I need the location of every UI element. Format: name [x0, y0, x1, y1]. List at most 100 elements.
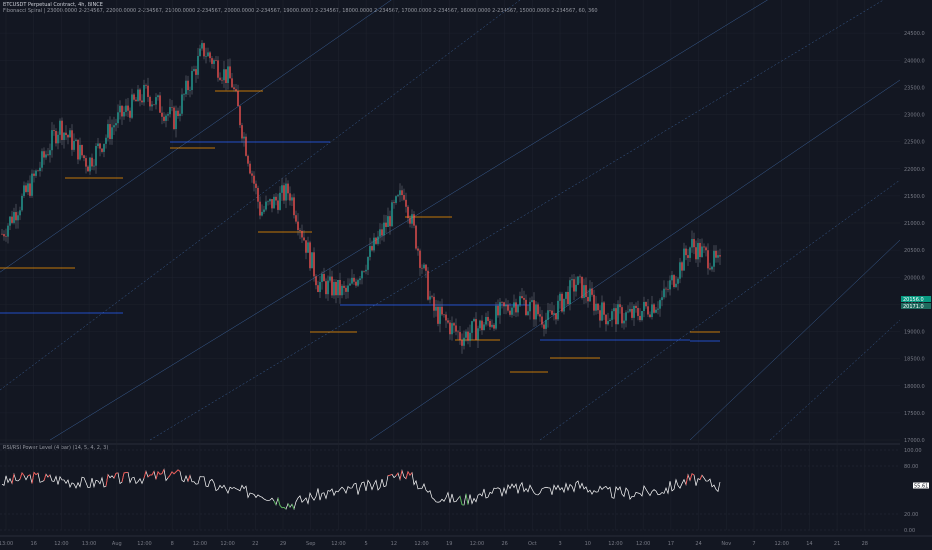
- candle: [221, 77, 223, 85]
- candle-body: [535, 304, 537, 320]
- candle-body: [49, 150, 51, 156]
- candle: [95, 143, 97, 174]
- x-tick-label: 12:00: [470, 541, 484, 547]
- x-tick-label: 28: [862, 541, 868, 547]
- candle: [533, 292, 535, 327]
- candle: [401, 185, 403, 201]
- fibonacci-line: [769, 319, 901, 441]
- candle: [675, 276, 677, 289]
- candle: [679, 257, 681, 284]
- rsi-extreme-segment: [405, 471, 409, 479]
- candle-body: [299, 230, 301, 231]
- candle-body: [317, 285, 319, 292]
- candle: [523, 290, 525, 306]
- candle-body: [223, 69, 225, 81]
- rsi-tick-label: 20.00: [904, 512, 918, 518]
- candle: [51, 122, 53, 158]
- candle: [29, 175, 31, 198]
- candle: [215, 55, 217, 62]
- fibonacci-line: [689, 239, 901, 441]
- candle: [139, 87, 141, 107]
- y-tick-label: 22000.0: [904, 167, 925, 173]
- candle: [159, 92, 161, 113]
- candle: [275, 192, 277, 206]
- chart-canvas[interactable]: 24500.0 24000.0 23500.0 23000.0 22500.0 22000…: [0, 0, 932, 550]
- candle-body: [573, 279, 575, 292]
- candle: [35, 169, 37, 178]
- candle-body: [69, 130, 71, 138]
- candle: [485, 312, 487, 327]
- candle: [233, 84, 235, 92]
- candle-body: [621, 307, 623, 324]
- candle: [699, 238, 701, 263]
- candle: [609, 318, 611, 322]
- rsi-extreme-segment: [287, 503, 291, 508]
- candle: [373, 233, 375, 253]
- candle-body: [517, 305, 519, 313]
- rsi-extreme-segment: [159, 473, 163, 475]
- candle-body: [383, 222, 385, 236]
- candle: [441, 298, 443, 317]
- candle-body: [713, 250, 715, 267]
- candle: [261, 204, 263, 217]
- time-axis: 13:00 16 12:00 13:00 Aug 12:00 8 12:00 12:00 22 29…: [0, 541, 868, 547]
- candle: [265, 195, 267, 212]
- candle: [259, 196, 261, 220]
- candle-body: [547, 310, 549, 320]
- candle-body: [439, 306, 441, 324]
- candle-body: [353, 277, 355, 282]
- candle: [535, 301, 537, 327]
- candle-body: [281, 185, 283, 193]
- rsi-extreme-segment: [173, 471, 177, 475]
- candle: [463, 330, 465, 350]
- candle: [53, 124, 55, 136]
- x-tick-label: 21: [834, 541, 840, 547]
- rsi-extreme-segment: [685, 474, 689, 485]
- candle: [651, 295, 653, 320]
- candle-body: [41, 151, 43, 168]
- candle: [711, 265, 713, 272]
- candle-body: [459, 332, 461, 341]
- candle-body: [273, 196, 275, 209]
- candle-body: [169, 107, 171, 115]
- candle-body: [175, 110, 177, 130]
- candle-body: [563, 298, 565, 312]
- candle: [257, 185, 259, 209]
- candle: [367, 256, 369, 276]
- candle-body: [541, 316, 543, 325]
- candle-body: [477, 328, 479, 340]
- candle-body: [685, 248, 687, 256]
- x-tick-label: 12:00: [414, 541, 428, 547]
- rsi-extreme-segment: [155, 471, 159, 480]
- candle: [249, 160, 251, 175]
- candle-body: [631, 308, 633, 318]
- candle: [305, 240, 307, 260]
- candle-body: [593, 294, 595, 311]
- candle-body: [667, 289, 669, 290]
- candle-body: [493, 324, 495, 329]
- candle-body: [585, 285, 587, 297]
- candle-body: [467, 331, 469, 341]
- candle-body: [711, 266, 713, 270]
- candle-body: [267, 201, 269, 202]
- candle-body: [95, 146, 97, 166]
- candle: [163, 112, 165, 124]
- x-tick-label: 14: [806, 541, 812, 547]
- candle: [67, 133, 69, 145]
- candle-body: [231, 78, 233, 88]
- candle-body: [285, 183, 287, 201]
- candle-body: [665, 288, 667, 290]
- candle: [469, 324, 471, 348]
- candle: [209, 51, 211, 63]
- candle: [647, 298, 649, 317]
- candle: [413, 211, 415, 229]
- candle: [591, 282, 593, 297]
- candle-body: [31, 173, 33, 196]
- candle-body: [329, 276, 331, 281]
- candle: [685, 245, 687, 261]
- candle-body: [107, 124, 109, 138]
- candle: [199, 44, 201, 57]
- candle-body: [87, 166, 89, 172]
- candle-body: [401, 190, 403, 196]
- candle: [271, 199, 273, 213]
